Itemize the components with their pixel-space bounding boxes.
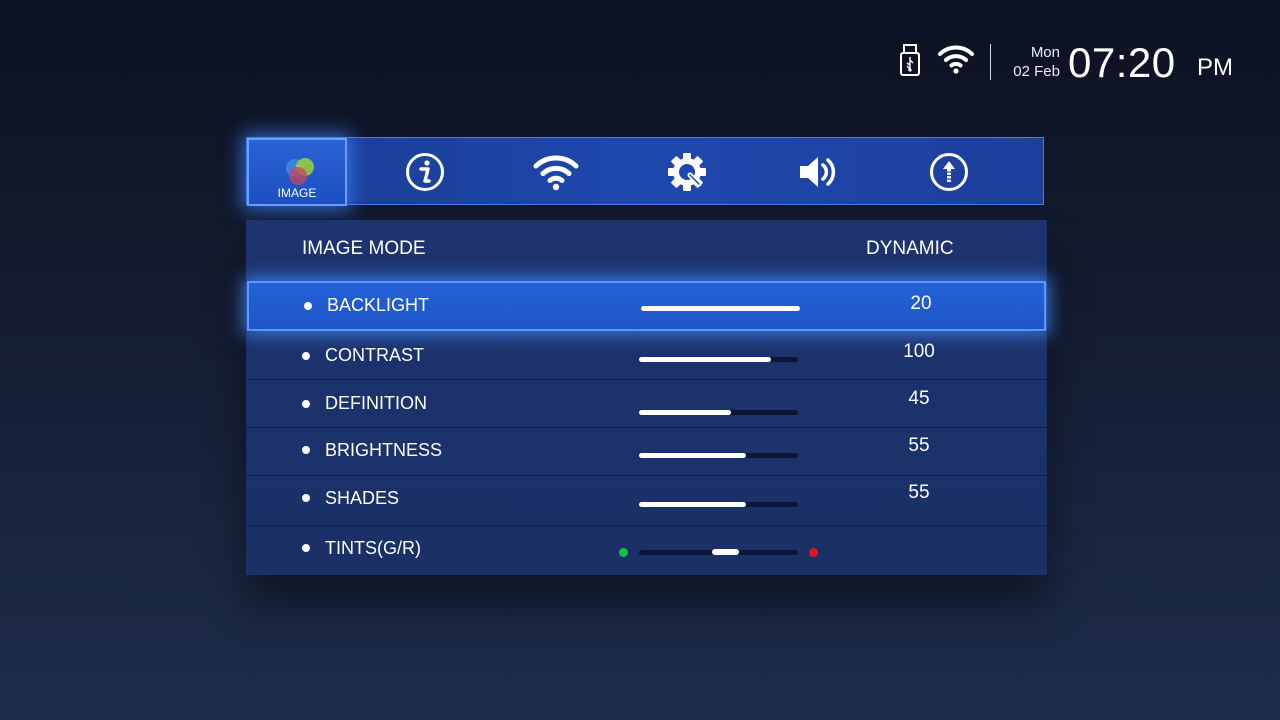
setting-label: CONTRAST	[325, 345, 424, 365]
usb-icon	[900, 44, 920, 76]
setting-label: DEFINITION	[325, 393, 427, 413]
slider-fill	[639, 502, 746, 507]
setting-row-contrast[interactable]: CONTRAST 100	[246, 331, 1047, 379]
setting-row-definition[interactable]: DEFINITION 45	[246, 379, 1047, 427]
setting-value: 55	[908, 435, 930, 456]
bullet-icon	[302, 446, 310, 454]
backlight-slider[interactable]	[641, 306, 800, 311]
tab-settings[interactable]	[637, 138, 737, 206]
setting-row-backlight[interactable]: BACKLIGHT 20	[247, 281, 1046, 331]
tab-info[interactable]	[375, 138, 475, 206]
green-dot-icon	[619, 548, 628, 557]
wifi-icon[interactable]	[938, 44, 974, 74]
image-mode-value[interactable]: DYNAMIC	[866, 238, 954, 260]
setting-label: BACKLIGHT	[327, 295, 430, 315]
tab-image-label: IMAGE	[277, 186, 317, 200]
speaker-icon	[800, 157, 836, 187]
tab-sound[interactable]	[768, 138, 868, 206]
tab-wifi[interactable]	[506, 138, 606, 206]
setting-label: BRIGHTNESS	[325, 440, 443, 460]
bullet-icon	[302, 494, 310, 502]
setting-row-tints[interactable]: TINTS(G/R)	[246, 525, 1047, 575]
setting-value: 45	[908, 388, 930, 409]
slider-fill	[639, 357, 771, 362]
tints-slider-knob[interactable]	[712, 549, 739, 555]
shades-slider[interactable]	[639, 502, 798, 507]
status-bar: Mon 02 Feb 07:20 PM	[896, 39, 1246, 86]
image-mode-label: IMAGE MODE	[302, 238, 426, 259]
slider-fill	[639, 410, 732, 415]
definition-slider[interactable]	[639, 410, 798, 415]
contrast-slider[interactable]	[639, 357, 798, 362]
tab-update[interactable]	[899, 138, 999, 206]
info-icon	[406, 153, 444, 191]
color-circles-icon	[286, 158, 314, 185]
bullet-icon	[304, 302, 312, 310]
slider-fill	[641, 306, 800, 311]
brightness-slider[interactable]	[639, 453, 798, 458]
bullet-icon	[302, 352, 310, 360]
slider-fill	[639, 453, 746, 458]
settings-tab-bar: IMAGE	[246, 137, 1044, 206]
clock-ampm: PM	[1197, 54, 1233, 81]
day-label: Mon	[1030, 44, 1060, 61]
gear-wrench-icon	[668, 153, 706, 191]
setting-label: TINTS(G/R)	[325, 538, 421, 558]
setting-row-shades[interactable]: SHADES 55	[246, 475, 1047, 523]
tab-image[interactable]: IMAGE	[247, 138, 347, 206]
red-dot-icon	[809, 548, 818, 557]
setting-row-brightness[interactable]: BRIGHTNESS 55	[246, 427, 1047, 475]
status-divider	[990, 44, 991, 80]
wifi-icon	[533, 155, 579, 191]
image-settings-panel: IMAGE MODE DYNAMIC BACKLIGHT 20 CONTRAST…	[246, 220, 1047, 575]
bullet-icon	[302, 544, 310, 552]
setting-value: 55	[908, 482, 930, 503]
date-label: 02 Feb	[1013, 63, 1060, 80]
bullet-icon	[302, 400, 310, 408]
setting-value: 20	[910, 293, 932, 314]
setting-label: SHADES	[325, 488, 400, 508]
clock-time: 07:20	[1068, 39, 1176, 86]
upload-icon	[930, 153, 968, 191]
setting-value: 100	[903, 341, 935, 362]
